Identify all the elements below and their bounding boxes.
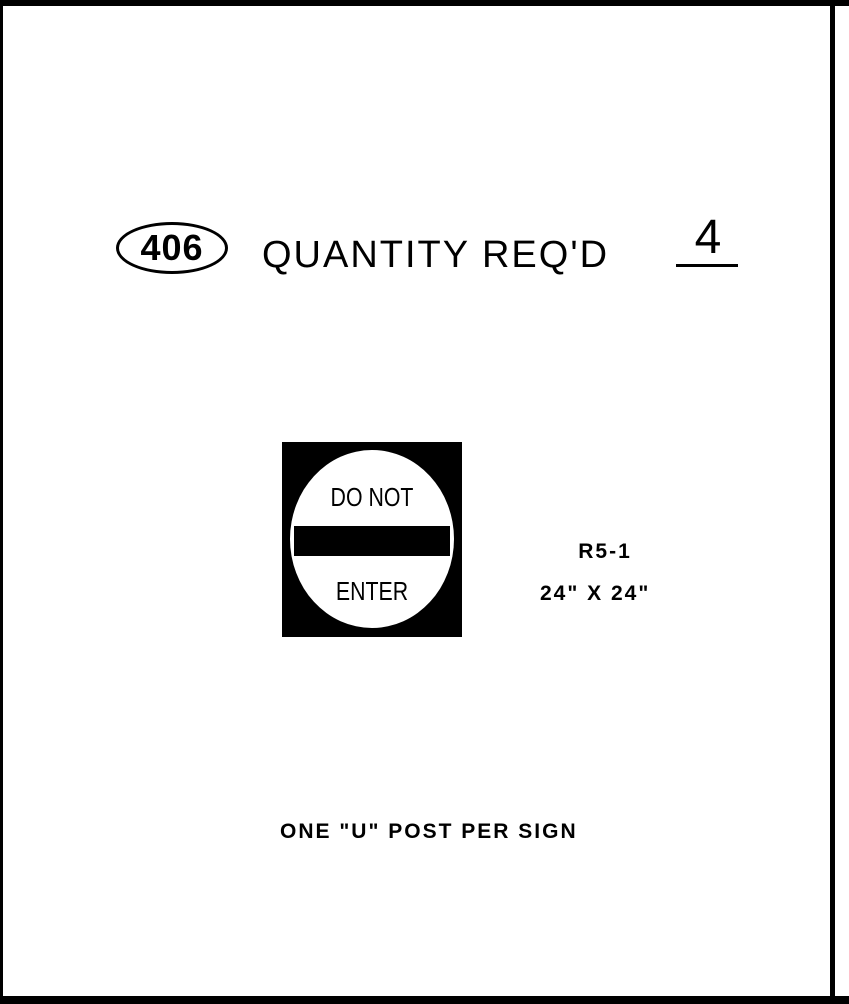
do-not-enter-sign: DO NOT ENTER bbox=[282, 442, 462, 642]
sheet-border-right bbox=[830, 0, 835, 1004]
sheet-border-bottom bbox=[0, 996, 849, 1004]
sign-bar bbox=[294, 526, 450, 556]
item-number-oval: 406 bbox=[116, 222, 228, 274]
quantity-label: QUANTITY REQ'D bbox=[262, 234, 610, 276]
sign-size: 24" X 24" bbox=[540, 582, 651, 605]
quantity-value: 4 bbox=[694, 211, 722, 264]
sheet-border-left bbox=[0, 0, 3, 1004]
do-not-enter-sign-graphic: DO NOT ENTER bbox=[282, 442, 462, 637]
quantity-underline bbox=[676, 264, 738, 267]
sheet-border-top bbox=[0, 0, 849, 6]
sign-top-text: DO NOT bbox=[331, 483, 414, 513]
sign-code: R5-1 bbox=[578, 540, 632, 563]
item-number: 406 bbox=[140, 227, 204, 268]
sign-bottom-text: ENTER bbox=[336, 577, 408, 607]
post-note: ONE "U" POST PER SIGN bbox=[280, 820, 578, 843]
